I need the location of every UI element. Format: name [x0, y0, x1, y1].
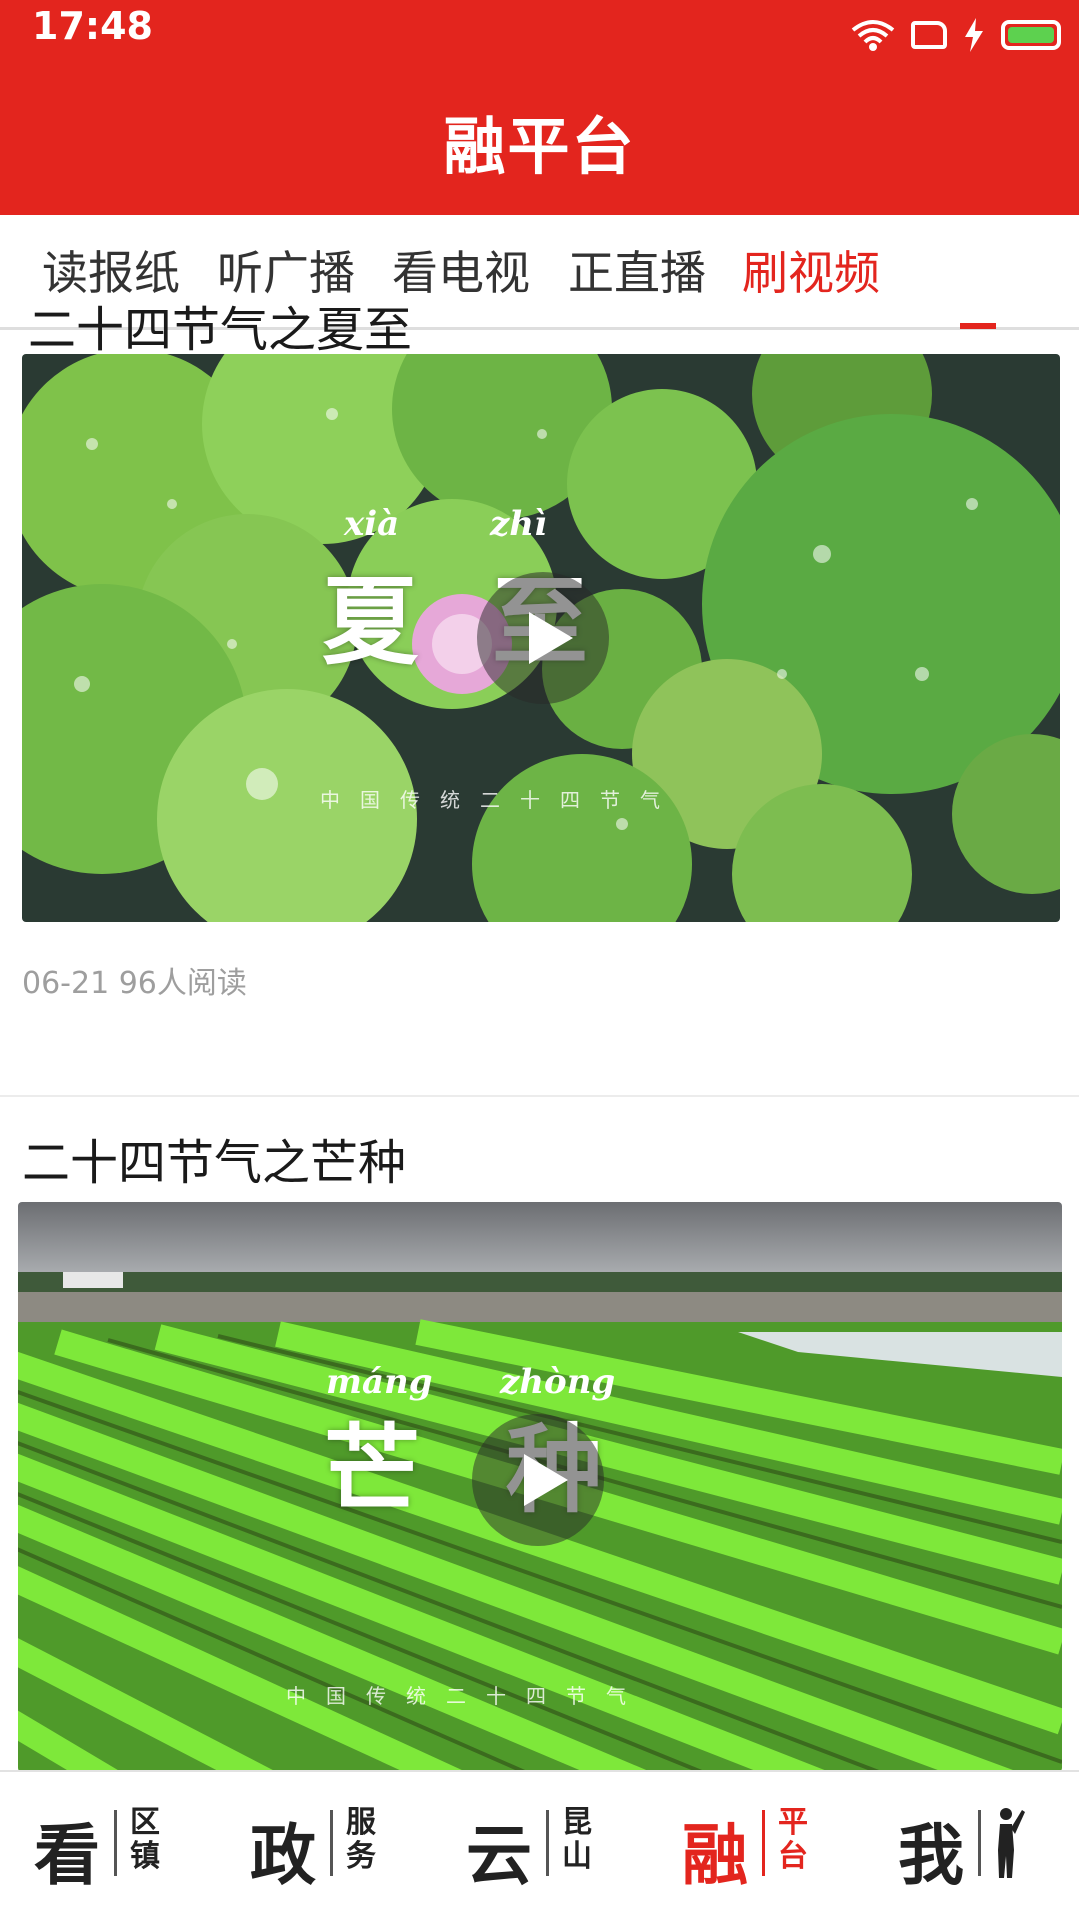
active-tab-indicator — [960, 323, 996, 329]
nav-item-me[interactable]: 我 — [898, 1796, 1048, 1896]
play-icon — [524, 1454, 568, 1506]
nav-item-caption: 昆山 — [562, 1805, 592, 1874]
wifi-icon — [851, 20, 895, 51]
overlay-subtitle: 中国传统二十四节气 — [320, 788, 680, 812]
person-waving-icon — [998, 1808, 1025, 1878]
nav-item-caption: 服务 — [346, 1805, 376, 1874]
nav-item-glyph: 看 — [34, 1816, 100, 1894]
nav-divider — [978, 1810, 981, 1876]
bottom-navigation: 看 区镇 政 服务 云 昆山 融 平台 我 — [0, 1770, 1079, 1921]
video-meta: 06-21 96人阅读 — [22, 966, 247, 1001]
status-icons — [851, 10, 1061, 60]
nav-item-caption: 平台 — [778, 1805, 808, 1874]
video-title[interactable]: 二十四节气之夏至 — [28, 290, 412, 360]
overlay-char-left: 夏 — [322, 565, 418, 678]
video-card[interactable]: 二十四节气之芒种 máng zhòng 芒 中国传统二十四节气 — [0, 1097, 1079, 1797]
tab-short-video[interactable]: 刷视频 — [742, 237, 880, 303]
video-thumbnail[interactable]: xià zhì 夏 至 中国传统二十四节气 — [22, 354, 1060, 922]
battery-level — [1008, 27, 1054, 43]
nav-divider — [330, 1810, 333, 1876]
nav-item-cloud[interactable]: 云 昆山 — [466, 1796, 606, 1896]
nav-item-glyph: 云 — [466, 1816, 532, 1894]
nav-item-glyph: 政 — [250, 1816, 316, 1894]
video-thumbnail[interactable]: máng zhòng 芒 种 中国传统二十四节气 — [18, 1202, 1062, 1772]
nav-item-glyph: 我 — [898, 1816, 964, 1894]
video-card[interactable]: 二十四节气之夏至 xià zhì 夏 中国传统二十四节气 06-21 96人阅读 — [0, 302, 1079, 1097]
nav-divider — [762, 1810, 765, 1876]
page-title: 融平台 — [443, 110, 636, 183]
nav-item-glyph: 融 — [682, 1816, 748, 1894]
play-icon — [529, 612, 573, 664]
video-title[interactable]: 二十四节气之芒种 — [22, 1123, 406, 1193]
nav-item-caption: 区镇 — [130, 1805, 160, 1874]
battery-icon — [1001, 20, 1061, 50]
status-time: 17:48 — [32, 4, 153, 48]
sim-icon — [911, 21, 947, 49]
app-header: 17:48 融平台 — [0, 0, 1079, 215]
nav-divider — [546, 1810, 549, 1876]
overlay-char-left: 芒 — [324, 1413, 420, 1526]
overlay-subtitle: 中国传统二十四节气 — [286, 1684, 646, 1708]
nav-divider — [114, 1810, 117, 1876]
nav-item-platform[interactable]: 融 平台 — [682, 1796, 822, 1896]
tab-live[interactable]: 正直播 — [568, 237, 706, 303]
video-feed: 二十四节气之夏至 xià zhì 夏 中国传统二十四节气 06-21 96人阅读… — [0, 302, 1079, 1797]
charging-icon — [965, 18, 983, 52]
tab-watch-tv[interactable]: 看电视 — [392, 237, 530, 303]
nav-item-government[interactable]: 政 服务 — [250, 1796, 390, 1896]
overlay-pinyin-left: xià — [344, 504, 400, 544]
nav-item-district[interactable]: 看 区镇 — [34, 1796, 174, 1896]
play-button[interactable] — [472, 1414, 604, 1546]
play-button[interactable] — [477, 572, 609, 704]
overlay-pinyin-right: zhì — [490, 504, 547, 544]
